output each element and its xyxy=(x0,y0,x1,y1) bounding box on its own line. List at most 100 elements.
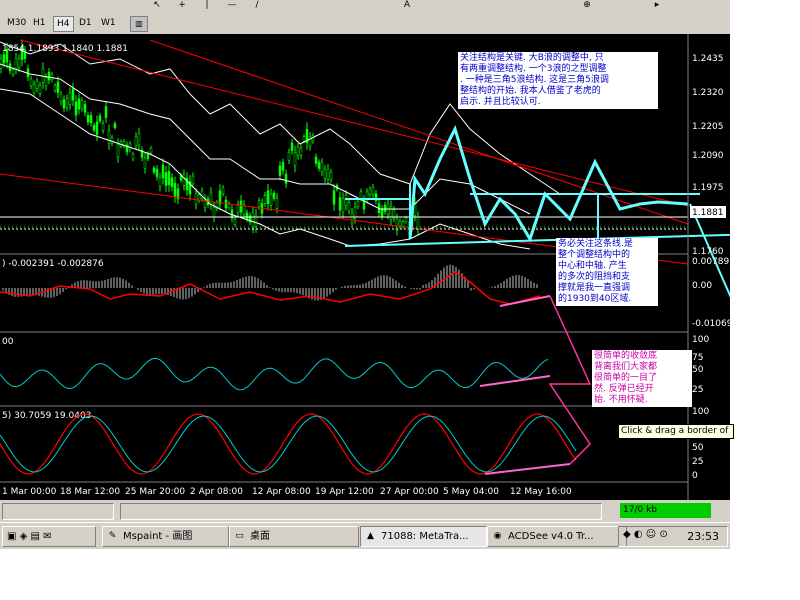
candle-body xyxy=(11,69,15,75)
task-acdsee[interactable]: ◉ ACDSee v4.0 Tr... xyxy=(487,526,627,547)
candle-body xyxy=(212,206,216,218)
candle-body xyxy=(68,92,72,105)
candle-body xyxy=(281,162,285,171)
macd-histogram xyxy=(2,264,538,301)
price-tick-1: 1.2435 xyxy=(692,54,724,64)
candle-body xyxy=(2,54,6,64)
candle-body xyxy=(53,85,57,91)
candle-body xyxy=(173,182,177,197)
candle-body xyxy=(359,191,363,199)
candle-body xyxy=(161,164,165,179)
candle-body xyxy=(299,147,303,156)
candle-body xyxy=(116,144,120,158)
candle-body xyxy=(329,171,333,180)
candle-body xyxy=(89,115,93,124)
tab-w1[interactable]: W1 xyxy=(98,16,119,30)
status-segment-2 xyxy=(120,503,602,520)
candle-body xyxy=(35,81,39,89)
candle-body xyxy=(95,121,99,135)
tab-h1[interactable]: H1 xyxy=(30,16,49,30)
quicklaunch[interactable]: ▣ ◈ ▤ ✉ xyxy=(2,526,96,547)
candle-body xyxy=(17,58,21,68)
candle-body xyxy=(257,200,261,208)
crosshair-icon[interactable]: + xyxy=(175,0,189,11)
task-metatrader[interactable]: ▲ 71088: MetaTra... xyxy=(360,526,487,547)
clock: 23:53 xyxy=(687,530,719,543)
candle-body xyxy=(104,106,108,118)
paint-icon: ✎ xyxy=(108,531,117,541)
system-tray: ◆ ◐ ☺ ⊙ 23:53 xyxy=(618,526,728,547)
candle-body xyxy=(92,125,96,131)
acdsee-icon: ◉ xyxy=(493,531,502,541)
status-bar: 17/0 kb xyxy=(0,500,730,522)
candle-body xyxy=(77,98,81,110)
candle-body xyxy=(146,153,150,159)
task-desktop[interactable]: ▭ 桌面 xyxy=(229,526,359,547)
stoch-divergence-line xyxy=(484,463,571,475)
candle-body xyxy=(32,84,36,94)
text-icon[interactable]: A xyxy=(400,0,414,11)
cursor-icon[interactable]: ↖ xyxy=(150,0,164,11)
candle-body xyxy=(56,81,60,93)
desktop-icon: ▭ xyxy=(235,531,244,541)
candle-body xyxy=(272,192,276,199)
candle-body xyxy=(320,162,324,172)
candle-body xyxy=(83,104,87,113)
candle-body xyxy=(101,123,105,131)
zoom-icon[interactable]: ⊕ xyxy=(580,0,594,11)
candle-body xyxy=(164,172,168,186)
tab-h4[interactable]: H4 xyxy=(53,16,74,32)
candle-body xyxy=(275,197,279,209)
task-mspaint[interactable]: ✎ Mspaint - 画图 xyxy=(102,526,229,547)
candle-body xyxy=(323,169,327,179)
date-5: 12 Apr 08:00 xyxy=(252,487,311,497)
rsi-line xyxy=(0,357,549,391)
rsi-label: 00 xyxy=(2,337,14,347)
stoch-tick-1: 100 xyxy=(692,407,709,417)
candle-body xyxy=(152,167,156,173)
tray-icons[interactable]: ◆ ◐ ☺ ⊙ xyxy=(623,529,668,540)
candle-body xyxy=(14,58,18,70)
macd-label: ) -0.002391 -0.002876 xyxy=(2,259,104,269)
stoch-tick-5: 0 xyxy=(692,471,698,481)
candle-body xyxy=(347,202,351,211)
date-3: 25 Mar 20:00 xyxy=(125,487,185,497)
metatrader-icon: ▲ xyxy=(367,531,374,541)
candle-body xyxy=(404,217,408,222)
trendline-icon[interactable]: / xyxy=(250,0,264,11)
candle-body xyxy=(47,71,51,81)
candle-body xyxy=(395,218,399,231)
candle-body xyxy=(371,187,375,196)
candle-body xyxy=(341,198,345,213)
ohlc-label: 1854 1.1893 1.1840 1.1881 xyxy=(2,44,128,54)
macd-divergence-line xyxy=(499,295,551,307)
macd-tick-3: -0.01069 xyxy=(692,319,730,329)
rsi-tick-3: 50 xyxy=(692,365,704,375)
candle-body xyxy=(71,88,75,101)
candle-body xyxy=(380,208,384,217)
tab-m30[interactable]: M30 xyxy=(4,16,29,30)
candle-body xyxy=(218,190,222,205)
price-tick-2: 1.2320 xyxy=(692,88,724,98)
note-structure: 关注结构是关键. 大B浪的调整中, 只 有两重调整结构. 一个3浪的之型调整 .… xyxy=(458,52,658,109)
chart-bar-icon[interactable]: ▥ xyxy=(130,16,148,32)
candle-body xyxy=(356,201,360,207)
candle-body xyxy=(251,212,255,227)
candle-body xyxy=(155,168,159,177)
pink-connector xyxy=(548,295,592,465)
network-status: 17/0 kb xyxy=(620,503,711,518)
candle-body xyxy=(113,123,117,128)
candle-body xyxy=(287,152,291,161)
stoch-signal xyxy=(0,415,577,473)
candle-body xyxy=(167,171,171,186)
autoscroll-icon[interactable]: ▸ xyxy=(650,0,664,11)
hline-icon[interactable]: — xyxy=(225,0,239,11)
candle-body xyxy=(302,136,306,142)
candle-body xyxy=(344,194,348,206)
candle-body xyxy=(65,98,69,108)
tab-d1[interactable]: D1 xyxy=(76,16,95,30)
date-1: 1 Mar 00:00 xyxy=(2,487,57,497)
drag-border-tooltip: Click & drag a border of xyxy=(618,424,734,439)
candle-body xyxy=(368,188,372,195)
vline-icon[interactable]: | xyxy=(200,0,214,11)
